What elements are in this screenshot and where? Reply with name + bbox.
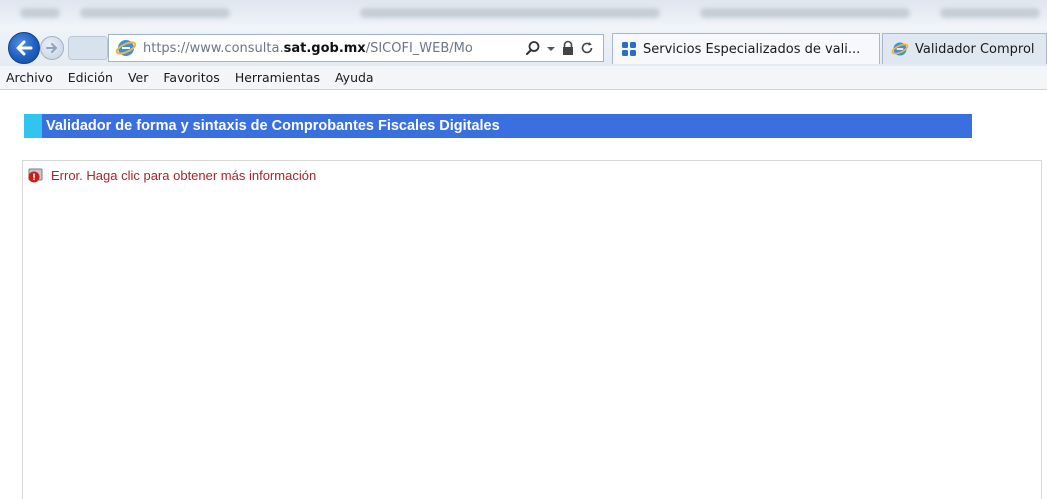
ie-icon (115, 40, 137, 56)
tab-servicios-especializados[interactable]: Servicios Especializados de vali... (612, 33, 880, 64)
window-title-extra-blur (700, 8, 910, 18)
tab-label: Validador Comprol (915, 41, 1035, 57)
address-bar[interactable]: https://www.consulta.sat.gob.mx/SICOFI_W… (108, 34, 604, 62)
window-title-blur (360, 8, 660, 18)
menu-ayuda[interactable]: Ayuda (335, 70, 374, 85)
back-button[interactable] (8, 32, 40, 64)
menu-herramientas[interactable]: Herramientas (235, 70, 320, 85)
navigation-separator (68, 36, 108, 60)
forward-button[interactable] (40, 36, 64, 60)
search-icon[interactable] (525, 40, 541, 56)
navigation-bar: https://www.consulta.sat.gob.mx/SICOFI_W… (0, 30, 1047, 66)
url-suffix: /SICOFI_WEB/Mo (365, 40, 473, 56)
lock-icon[interactable] (561, 40, 575, 56)
title-bar-quick-access-blur (20, 8, 60, 18)
url-domain: sat.gob.mx (283, 40, 366, 56)
header-accent-square (24, 114, 42, 138)
dropdown-arrow-icon[interactable] (546, 40, 556, 56)
ie-icon (891, 42, 909, 56)
menu-bar: Archivo Edición Ver Favoritos Herramient… (0, 66, 1047, 90)
menu-archivo[interactable]: Archivo (6, 70, 53, 85)
tab-label: Servicios Especializados de vali... (643, 41, 861, 57)
url-prefix: https://www.consulta. (143, 40, 284, 56)
refresh-icon[interactable] (580, 40, 594, 56)
page-header-band: Validador de forma y sintaxis de Comprob… (24, 114, 972, 138)
menu-favoritos[interactable]: Favoritos (163, 70, 219, 85)
error-lock-icon (28, 168, 43, 183)
forward-arrow-icon (46, 43, 58, 53)
page-content: Validador de forma y sintaxis de Comprob… (0, 90, 1047, 499)
window-title-bar (0, 0, 1047, 30)
error-message-row[interactable]: Error. Haga clic para obtener más inform… (27, 167, 316, 183)
title-bar-controls-blur (80, 8, 230, 18)
back-arrow-icon (16, 40, 33, 56)
menu-ver[interactable]: Ver (128, 70, 148, 85)
validation-result-panel: Error. Haga clic para obtener más inform… (22, 160, 1042, 499)
url-text[interactable]: https://www.consulta.sat.gob.mx/SICOFI_W… (143, 41, 521, 56)
page-title: Validador de forma y sintaxis de Comprob… (46, 118, 500, 134)
menu-edicion[interactable]: Edición (68, 70, 113, 85)
window-controls-blur (940, 8, 1040, 18)
error-link[interactable]: Error. Haga clic para obtener más inform… (51, 168, 316, 183)
tab-validador[interactable]: Validador Comprol (882, 33, 1047, 64)
grid-icon (622, 42, 636, 56)
